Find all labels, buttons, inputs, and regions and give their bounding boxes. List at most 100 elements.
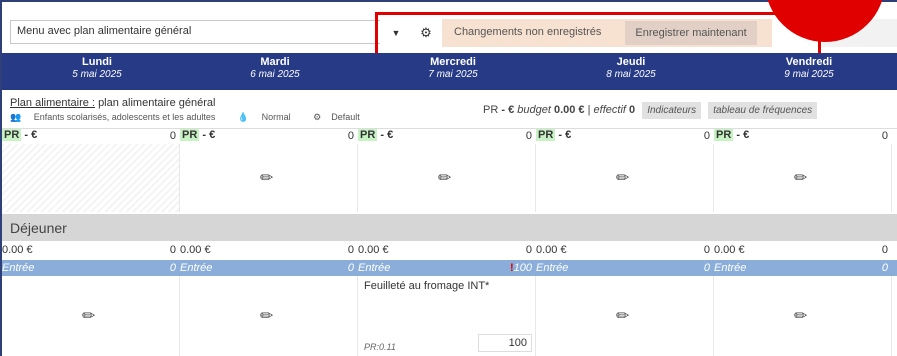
cost-row: 0.00 € 0 0.00 € 0 0.00 € 0 0.00 € 0 0.00 € 0 xyxy=(2,241,897,260)
settings-button[interactable]: ⚙ xyxy=(413,20,439,46)
budget-label: budget xyxy=(517,104,551,116)
save-now-button[interactable]: Enregistrer maintenant xyxy=(625,21,757,45)
edit-cell[interactable]: ✏ xyxy=(2,276,180,356)
pencil-icon[interactable]: ✏ xyxy=(616,168,629,188)
mode-label: Normal xyxy=(261,112,291,122)
pr-cell-value: - € xyxy=(380,129,394,141)
course-count: 0 xyxy=(703,262,710,274)
course-cell[interactable]: Entrée 0 xyxy=(2,262,180,274)
edit-cell[interactable]: ✏ xyxy=(536,144,714,212)
day-date: 5 mai 2025 xyxy=(72,69,122,80)
menu-select[interactable]: Menu avec plan alimentaire général xyxy=(10,20,380,44)
pencil-icon[interactable]: ✏ xyxy=(794,168,807,188)
pr-cell-value: - € xyxy=(736,129,750,141)
pencil-icon[interactable]: ✏ xyxy=(794,306,807,326)
audience-text: 👥 Enfants scolarisés, adolescents et les… xyxy=(10,112,225,122)
dish-name[interactable]: Feuilleté au fromage INT* xyxy=(364,280,489,292)
cost-cell: 0.00 € 0 xyxy=(358,244,536,256)
cog-profile-icon: ⚙ xyxy=(313,112,322,122)
edit-cell[interactable]: ✏ xyxy=(358,144,536,212)
indicators-button[interactable]: Indicateurs xyxy=(642,102,702,119)
edit-cell[interactable]: ✏ xyxy=(180,144,358,212)
cost-count: 0 xyxy=(525,244,532,256)
dish-cell[interactable]: Feuilleté au fromage INT* PR:0.11 100 xyxy=(358,276,536,356)
cost-amount: 0.00 € xyxy=(180,244,211,256)
plan-label[interactable]: Plan alimentaire : xyxy=(10,97,95,109)
meal-name: Déjeuner xyxy=(10,220,67,236)
course-label: Entrée xyxy=(358,262,391,274)
separator: | xyxy=(587,104,591,116)
pr-cell-value: - € xyxy=(202,129,216,141)
day-name: Mardi xyxy=(260,56,290,68)
cost-cell: 0.00 € 0 xyxy=(536,244,714,256)
course-label: Entrée xyxy=(180,262,213,274)
pencil-icon[interactable]: ✏ xyxy=(438,168,451,188)
course-cell[interactable]: Entrée 0 xyxy=(536,262,714,274)
pr-cell-count: 0 xyxy=(525,130,532,142)
toolbar: Menu avec plan alimentaire général ▼ ⚙ C… xyxy=(2,0,897,67)
day-date: 7 mai 2025 xyxy=(428,69,478,80)
edit-cell[interactable]: ✏ xyxy=(536,276,714,356)
day-date: 6 mai 2025 xyxy=(250,69,300,80)
pr-prefix: PR xyxy=(483,104,499,116)
pr-tag: PR xyxy=(180,129,200,141)
day-date: 8 mai 2025 xyxy=(606,69,656,80)
course-cell[interactable]: Entrée 0 xyxy=(180,262,358,274)
cost-amount: 0.00 € xyxy=(536,244,567,256)
pr-cell: PR - € 0 xyxy=(2,129,180,145)
plan-info: Plan alimentaire : plan alimentaire géné… xyxy=(2,90,897,128)
course-count: 0 xyxy=(347,262,354,274)
pr-cell-count: 0 xyxy=(881,130,888,142)
day-name: Mercredi xyxy=(430,56,476,68)
pr-cell: PR - € 0 xyxy=(358,129,536,145)
cost-count: 0 xyxy=(703,244,710,256)
course-label: Entrée xyxy=(2,262,35,274)
dropdown-button[interactable]: ▼ xyxy=(383,20,409,46)
dish-quantity-input[interactable]: 100 xyxy=(478,334,532,352)
pr-cell-count: 0 xyxy=(347,130,354,142)
pr-cell: PR - € 0 xyxy=(714,129,892,145)
pr-cell: PR - € 0 xyxy=(536,129,714,145)
edit-cell[interactable]: ✏ xyxy=(714,276,892,356)
course-label: Entrée xyxy=(714,262,747,274)
day-column-header: Vendredi 9 mai 2025 xyxy=(720,56,897,80)
cost-count: 0 xyxy=(169,244,176,256)
course-label: Entrée xyxy=(536,262,569,274)
pr-tag: PR xyxy=(536,129,556,141)
group-icon: 👥 xyxy=(10,112,22,122)
day-name: Jeudi xyxy=(616,56,646,68)
budget-value: 0.00 € xyxy=(553,104,585,116)
drop-icon: 💧 xyxy=(237,112,250,122)
day-column-header: Lundi 5 mai 2025 xyxy=(8,56,186,80)
pencil-icon[interactable]: ✏ xyxy=(82,306,95,326)
pr-cell-value: - € xyxy=(558,129,572,141)
course-count: !100 xyxy=(510,262,532,274)
edit-cell[interactable]: ✏ xyxy=(714,144,892,212)
pencil-icon[interactable]: ✏ xyxy=(616,306,629,326)
day-name: Vendredi xyxy=(785,56,833,68)
mode-text: 💧 Normal xyxy=(238,112,301,122)
pencil-icon[interactable]: ✏ xyxy=(260,306,273,326)
effectif-label: effectif xyxy=(593,104,626,116)
plan-value: plan alimentaire général xyxy=(98,97,216,109)
effectif-value: 0 xyxy=(629,104,636,116)
pr-cell: PR - € 0 xyxy=(180,129,358,145)
frequency-table-button[interactable]: tableau de fréquences xyxy=(708,102,818,119)
day-column-header: Mercredi 7 mai 2025 xyxy=(364,56,542,80)
pencil-icon[interactable]: ✏ xyxy=(260,168,273,188)
plan-title: Plan alimentaire : plan alimentaire géné… xyxy=(10,97,215,109)
unsaved-changes-text: Changements non enregistrés xyxy=(454,26,602,38)
pr-tag: PR xyxy=(714,129,734,141)
audience-label: Enfants scolarisés, adolescents et les a… xyxy=(33,112,216,122)
cost-cell: 0.00 € 0 xyxy=(2,244,180,256)
course-cell[interactable]: Entrée 0 xyxy=(714,262,892,274)
pr-value: - € xyxy=(501,104,515,116)
cost-amount: 0.00 € xyxy=(714,244,745,256)
edit-cell[interactable]: ✏ xyxy=(180,276,358,356)
day-header: Lundi 5 mai 2025 Mardi 6 mai 2025 Mercredi… xyxy=(2,53,897,90)
pr-cell-value: - € xyxy=(24,129,38,141)
pr-cell-count: 0 xyxy=(169,130,176,142)
caret-down-icon: ▼ xyxy=(391,28,401,38)
course-cell[interactable]: Entrée !100 xyxy=(358,262,536,274)
course-row: Entrée 0 Entrée 0 Entrée !100 Entrée 0 Entré… xyxy=(2,260,897,276)
